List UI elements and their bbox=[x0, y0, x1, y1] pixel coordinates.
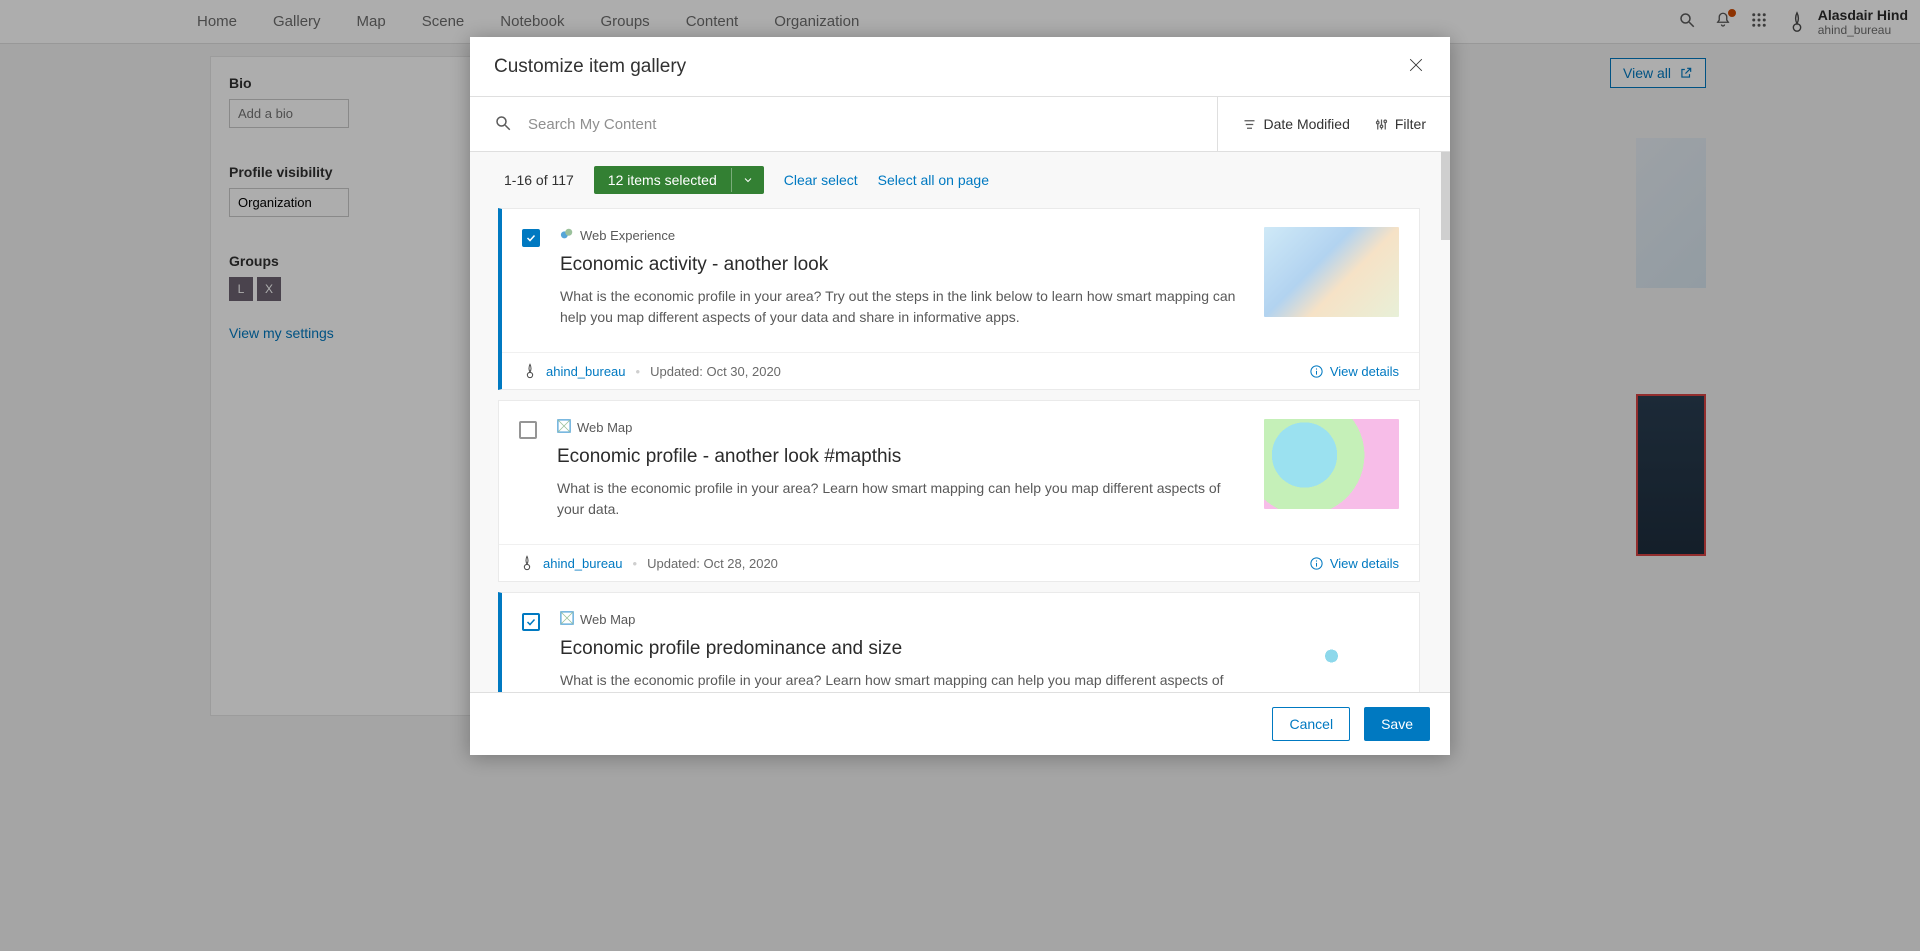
close-button[interactable] bbox=[1406, 55, 1426, 78]
filter-button[interactable]: Filter bbox=[1374, 116, 1426, 132]
search-input[interactable] bbox=[526, 115, 1203, 134]
check-icon bbox=[525, 232, 537, 244]
clear-select-button[interactable]: Clear select bbox=[784, 172, 858, 188]
view-details-label: View details bbox=[1330, 556, 1399, 571]
item-card[interactable]: Web Experience Economic activity - anoth… bbox=[498, 208, 1420, 390]
modal-footer: Cancel Save bbox=[470, 692, 1450, 755]
item-checkbox[interactable] bbox=[522, 229, 540, 247]
sort-label: Date Modified bbox=[1263, 116, 1349, 132]
sort-button[interactable]: Date Modified bbox=[1242, 116, 1349, 132]
range-label: 1-16 of 117 bbox=[504, 172, 574, 188]
customize-gallery-modal: Customize item gallery Date Modified Fil… bbox=[470, 37, 1450, 755]
chevron-down-icon bbox=[742, 174, 754, 186]
item-footer: ahind_bureau • Updated: Oct 28, 2020 Vie… bbox=[499, 544, 1419, 581]
item-title: Economic profile - another look #mapthis bbox=[557, 446, 1244, 468]
item-updated: Updated: Oct 28, 2020 bbox=[647, 556, 778, 571]
item-card[interactable]: Web Map Economic profile predominance an… bbox=[498, 592, 1420, 692]
close-icon bbox=[1406, 55, 1426, 75]
view-details-label: View details bbox=[1330, 364, 1399, 379]
web-experience-icon bbox=[560, 227, 574, 244]
separator: • bbox=[636, 364, 641, 379]
owner-avatar-icon bbox=[519, 555, 535, 571]
check-icon bbox=[525, 616, 537, 628]
item-type-label: Web Map bbox=[577, 420, 632, 435]
item-type: Web Map bbox=[557, 419, 1244, 436]
item-description: What is the economic profile in your are… bbox=[560, 670, 1244, 692]
filter-icon bbox=[1374, 117, 1389, 132]
sort-icon bbox=[1242, 117, 1257, 132]
item-footer: ahind_bureau • Updated: Oct 30, 2020 Vie… bbox=[502, 352, 1419, 389]
web-map-icon bbox=[560, 611, 574, 628]
web-map-icon bbox=[557, 419, 571, 436]
search-row: Date Modified Filter bbox=[470, 97, 1450, 152]
filter-label: Filter bbox=[1395, 116, 1426, 132]
selection-count: 12 items selected bbox=[594, 166, 731, 194]
owner-avatar-icon bbox=[522, 363, 538, 379]
item-type-label: Web Map bbox=[580, 612, 635, 627]
separator: • bbox=[633, 556, 638, 571]
item-thumbnail bbox=[1264, 227, 1399, 317]
cancel-button[interactable]: Cancel bbox=[1272, 707, 1350, 741]
info-icon bbox=[1309, 364, 1324, 379]
info-icon bbox=[1309, 556, 1324, 571]
item-type: Web Experience bbox=[560, 227, 1244, 244]
search-icon bbox=[494, 114, 512, 135]
item-owner-link[interactable]: ahind_bureau bbox=[543, 556, 623, 571]
item-checkbox[interactable] bbox=[522, 613, 540, 631]
scrollbar[interactable] bbox=[1441, 152, 1450, 240]
item-title: Economic profile predominance and size bbox=[560, 638, 1244, 660]
selection-pill: 12 items selected bbox=[594, 166, 764, 194]
item-description: What is the economic profile in your are… bbox=[557, 478, 1244, 520]
item-type-label: Web Experience bbox=[580, 228, 675, 243]
item-description: What is the economic profile in your are… bbox=[560, 286, 1244, 328]
selection-bar: 1-16 of 117 12 items selected Clear sele… bbox=[470, 152, 1448, 208]
selection-dropdown[interactable] bbox=[731, 168, 764, 192]
save-button[interactable]: Save bbox=[1364, 707, 1430, 741]
view-details-button[interactable]: View details bbox=[1309, 556, 1399, 571]
item-thumbnail bbox=[1264, 419, 1399, 509]
view-details-button[interactable]: View details bbox=[1309, 364, 1399, 379]
select-all-button[interactable]: Select all on page bbox=[878, 172, 989, 188]
item-thumbnail bbox=[1264, 611, 1399, 692]
modal-header: Customize item gallery bbox=[470, 37, 1450, 97]
item-updated: Updated: Oct 30, 2020 bbox=[650, 364, 781, 379]
item-title: Economic activity - another look bbox=[560, 254, 1244, 276]
item-list[interactable]: 1-16 of 117 12 items selected Clear sele… bbox=[470, 152, 1450, 692]
item-type: Web Map bbox=[560, 611, 1244, 628]
item-owner-link[interactable]: ahind_bureau bbox=[546, 364, 626, 379]
modal-title: Customize item gallery bbox=[494, 56, 686, 78]
item-checkbox[interactable] bbox=[519, 421, 537, 439]
item-card[interactable]: Web Map Economic profile - another look … bbox=[498, 400, 1420, 582]
